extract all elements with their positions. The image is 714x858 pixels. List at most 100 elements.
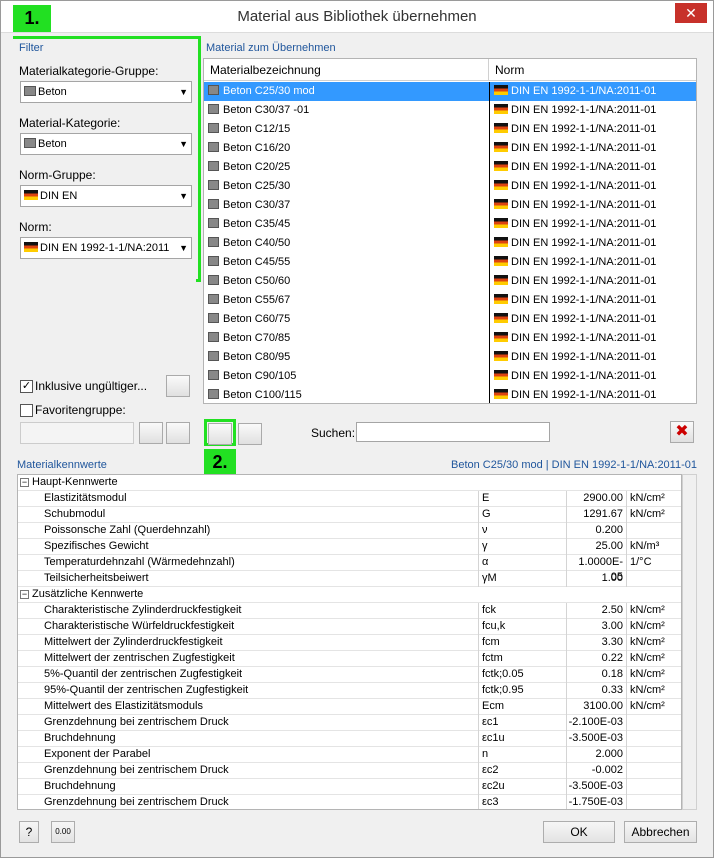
property-value[interactable]: -0.002 [566, 763, 626, 779]
units-button[interactable]: 0.00 [51, 821, 75, 843]
properties-table[interactable]: − Haupt-Kennwerte Elastizitätsmodul E 2900.0… [17, 474, 682, 810]
material-norm: DIN EN 1992-1-1/NA:2011-01 [489, 158, 656, 177]
table-row[interactable]: Grenzdehnung bei zentrischem Druck εc2 -0.… [18, 763, 681, 779]
properties-scrollbar[interactable] [682, 474, 697, 810]
list-item[interactable]: Beton C90/105 DIN EN 1992-1-1/NA:2011-01 [204, 367, 696, 386]
table-row[interactable]: Temperaturdehnzahl (Wärmedehnzahl) α 1.000… [18, 555, 681, 583]
material-list[interactable]: Materialbezeichnung Norm Beton C25/30 mo… [203, 58, 697, 404]
property-value[interactable]: 25.00 [566, 539, 626, 555]
table-row[interactable]: Mittelwert der zentrischen Zugfestigkeit… [18, 651, 681, 667]
list-item[interactable]: Beton C100/115 DIN EN 1992-1-1/NA:2011-01 [204, 386, 696, 403]
table-row[interactable]: Elastizitätsmodul E 2900.00 kN/cm² [18, 491, 681, 507]
property-unit: 1/°C [626, 555, 681, 571]
collapse-icon[interactable]: − [20, 590, 29, 599]
table-row[interactable]: 95%-Quantil der zentrischen Zugfestigkei… [18, 683, 681, 699]
property-name: Spezifisches Gewicht [44, 540, 149, 552]
include-invalid-checkbox[interactable]: ✓ [20, 380, 33, 393]
property-value[interactable]: -3.500E-03 [566, 779, 626, 795]
material-norm: DIN EN 1992-1-1/NA:2011-01 [489, 291, 656, 310]
property-value[interactable]: 0.33 [566, 683, 626, 699]
table-row[interactable]: Teilsicherheitsbeiwert γM 1.00 [18, 571, 681, 587]
ok-button[interactable]: OK [543, 821, 615, 843]
list-item[interactable]: Beton C40/50 DIN EN 1992-1-1/NA:2011-01 [204, 234, 696, 253]
table-row[interactable]: Charakteristische Zylinderdruckfestigkei… [18, 603, 681, 619]
list-item[interactable]: Beton C70/85 DIN EN 1992-1-1/NA:2011-01 [204, 329, 696, 348]
property-unit [626, 571, 681, 587]
group-combo[interactable]: Beton ▼ [20, 81, 192, 103]
list-item[interactable]: Beton C16/20 DIN EN 1992-1-1/NA:2011-01 [204, 139, 696, 158]
column-header-name[interactable]: Materialbezeichnung [210, 63, 321, 77]
property-value[interactable]: 3.30 [566, 635, 626, 651]
table-row[interactable]: Spezifisches Gewicht γ 25.00 kN/m³ [18, 539, 681, 555]
material-norm: DIN EN 1992-1-1/NA:2011-01 [489, 310, 656, 329]
property-symbol: Ecm [478, 699, 566, 715]
property-value[interactable]: 2900.00 [566, 491, 626, 507]
table-row[interactable]: 5%-Quantil der zentrischen Zugfestigkeit… [18, 667, 681, 683]
property-value[interactable]: 0.22 [566, 651, 626, 667]
property-value[interactable]: -2.100E-03 [566, 715, 626, 731]
list-item[interactable]: Beton C30/37 -01 DIN EN 1992-1-1/NA:2011-… [204, 101, 696, 120]
list-item[interactable]: Beton C50/60 DIN EN 1992-1-1/NA:2011-01 [204, 272, 696, 291]
favorites-checkbox[interactable] [20, 404, 33, 417]
property-symbol: fck [478, 603, 566, 619]
close-button[interactable]: ✕ [675, 3, 707, 23]
color-swatch-icon [208, 180, 219, 190]
edit-favorite-button[interactable] [166, 422, 190, 444]
list-item[interactable]: Beton C80/95 DIN EN 1992-1-1/NA:2011-01 [204, 348, 696, 367]
table-row[interactable]: Grenzdehnung bei zentrischem Druck εc1 -2.… [18, 715, 681, 731]
list-item[interactable]: Beton C25/30 mod DIN EN 1992-1-1/NA:2011-… [204, 82, 696, 101]
property-value[interactable]: -1.750E-03 [566, 795, 626, 809]
new-favorite-button[interactable] [139, 422, 163, 444]
help-button[interactable]: ? [19, 821, 39, 843]
table-row[interactable]: Charakteristische Würfeldruckfestigkeit f… [18, 619, 681, 635]
table-row[interactable]: Poissonsche Zahl (Querdehnzahl) ν 0.200 [18, 523, 681, 539]
list-item[interactable]: Beton C20/25 DIN EN 1992-1-1/NA:2011-01 [204, 158, 696, 177]
norm-group-combo[interactable]: DIN EN ▼ [20, 185, 192, 207]
property-value[interactable]: 3.00 [566, 619, 626, 635]
property-name: Bruchdehnung [44, 780, 116, 792]
property-value[interactable]: 0.200 [566, 523, 626, 539]
new-material-button[interactable] [208, 423, 232, 445]
material-norm: DIN EN 1992-1-1/NA:2011-01 [489, 177, 656, 196]
group-name: Haupt-Kennwerte [32, 476, 118, 488]
table-row[interactable]: Mittelwert des Elastizitätsmoduls Ecm 3100… [18, 699, 681, 715]
table-group[interactable]: − Haupt-Kennwerte [18, 475, 681, 491]
table-row[interactable]: Grenzdehnung bei zentrischem Druck εc3 -1.… [18, 795, 681, 809]
property-value[interactable]: 3100.00 [566, 699, 626, 715]
table-row[interactable]: Schubmodul G 1291.67 kN/cm² [18, 507, 681, 523]
list-item[interactable]: Beton C12/15 DIN EN 1992-1-1/NA:2011-01 [204, 120, 696, 139]
property-value[interactable]: 1.0000E-05 [566, 555, 626, 583]
filter-settings-button[interactable] [166, 375, 190, 397]
list-item[interactable]: Beton C45/55 DIN EN 1992-1-1/NA:2011-01 [204, 253, 696, 272]
table-row[interactable]: Mittelwert der Zylinderdruckfestigkeit fc… [18, 635, 681, 651]
property-unit: kN/cm² [626, 491, 681, 507]
table-row[interactable]: Exponent der Parabel n 2.000 [18, 747, 681, 763]
property-value[interactable]: 2.000 [566, 747, 626, 763]
table-row[interactable]: Bruchdehnung εc2u -3.500E-03 [18, 779, 681, 795]
favorites-combo[interactable] [20, 422, 134, 444]
material-library-button[interactable] [238, 423, 262, 445]
table-group[interactable]: − Zusätzliche Kennwerte [18, 587, 681, 603]
color-swatch-icon [208, 218, 219, 228]
norm-combo[interactable]: DIN EN 1992-1-1/NA:2011 ▼ [20, 237, 192, 259]
property-name: 5%-Quantil der zentrischen Zugfestigkeit [44, 668, 243, 680]
clear-search-icon[interactable]: ✖ [670, 421, 694, 443]
property-value[interactable]: 1.00 [566, 571, 626, 587]
property-value[interactable]: 0.18 [566, 667, 626, 683]
list-item[interactable]: Beton C55/67 DIN EN 1992-1-1/NA:2011-01 [204, 291, 696, 310]
cancel-button[interactable]: Abbrechen [624, 821, 697, 843]
property-symbol: εc1 [478, 715, 566, 731]
category-combo[interactable]: Beton ▼ [20, 133, 192, 155]
property-value[interactable]: 2.50 [566, 603, 626, 619]
collapse-icon[interactable]: − [20, 478, 29, 487]
property-value[interactable]: 1291.67 [566, 507, 626, 523]
column-header-norm[interactable]: Norm [495, 63, 524, 77]
list-item[interactable]: Beton C30/37 DIN EN 1992-1-1/NA:2011-01 [204, 196, 696, 215]
list-item[interactable]: Beton C25/30 DIN EN 1992-1-1/NA:2011-01 [204, 177, 696, 196]
material-name: Beton C45/55 [208, 253, 290, 272]
table-row[interactable]: Bruchdehnung εc1u -3.500E-03 [18, 731, 681, 747]
search-input[interactable] [356, 422, 550, 442]
list-item[interactable]: Beton C60/75 DIN EN 1992-1-1/NA:2011-01 [204, 310, 696, 329]
property-value[interactable]: -3.500E-03 [566, 731, 626, 747]
list-item[interactable]: Beton C35/45 DIN EN 1992-1-1/NA:2011-01 [204, 215, 696, 234]
